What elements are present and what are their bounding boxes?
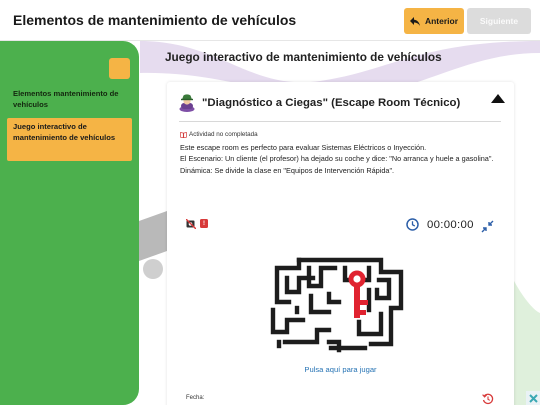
compress-arrows-icon[interactable] bbox=[481, 220, 494, 233]
app-title: Elementos de mantenimiento de vehículos bbox=[13, 12, 297, 28]
timer-display: 00:00:00 bbox=[427, 219, 474, 231]
top-header: Elementos de mantenimiento de vehículos … bbox=[0, 0, 540, 41]
activity-status-text: Actividad no completada bbox=[189, 131, 258, 138]
activity-description: Este escape room es perfecto para evalua… bbox=[180, 142, 502, 176]
close-corner-button[interactable] bbox=[526, 391, 540, 405]
sidebar: Elementos mantenimiento de vehículos Jue… bbox=[0, 41, 139, 405]
collapse-triangle-icon[interactable] bbox=[491, 94, 505, 104]
book-icon bbox=[180, 131, 187, 138]
activity-card: "Diagnóstico a Ciegas" (Escape Room Técn… bbox=[167, 82, 514, 405]
next-button-label: Siguiente bbox=[479, 16, 519, 26]
description-line-3: Dinámica: Se divide la clase en "Equipos… bbox=[180, 165, 395, 175]
reply-arrow-icon bbox=[409, 16, 420, 26]
previous-button[interactable]: Anterior bbox=[404, 8, 464, 34]
next-button[interactable]: Siguiente bbox=[467, 8, 531, 34]
date-label: Fecha: bbox=[186, 395, 205, 401]
activity-status: Actividad no completada bbox=[180, 131, 258, 138]
sidebar-toggle-button[interactable] bbox=[109, 58, 130, 79]
sidebar-item-elementos[interactable]: Elementos mantenimiento de vehículos bbox=[13, 88, 128, 110]
clock-icon bbox=[406, 218, 419, 231]
escape-room-key-maze-icon[interactable] bbox=[269, 250, 409, 354]
previous-button-label: Anterior bbox=[424, 16, 459, 26]
description-line-1: Este escape room es perfecto para evalua… bbox=[180, 143, 427, 152]
page-title: Juego interactivo de mantenimiento de ve… bbox=[165, 50, 442, 64]
activity-title: "Diagnóstico a Ciegas" (Escape Room Técn… bbox=[202, 97, 461, 109]
reset-history-icon[interactable] bbox=[482, 393, 494, 405]
sidebar-item-juego-interactivo[interactable]: Juego interactivo de mantenimiento de ve… bbox=[7, 118, 132, 161]
hidden-hint-icon[interactable] bbox=[186, 219, 196, 229]
detective-icon bbox=[179, 94, 195, 112]
play-link[interactable]: Pulsa aquí para jugar bbox=[167, 365, 514, 374]
close-x-icon bbox=[528, 393, 538, 403]
alert-badge-icon[interactable]: ! bbox=[200, 219, 208, 228]
description-line-2: El Escenario: Un cliente (el profesor) h… bbox=[180, 154, 494, 164]
card-divider bbox=[179, 121, 501, 122]
